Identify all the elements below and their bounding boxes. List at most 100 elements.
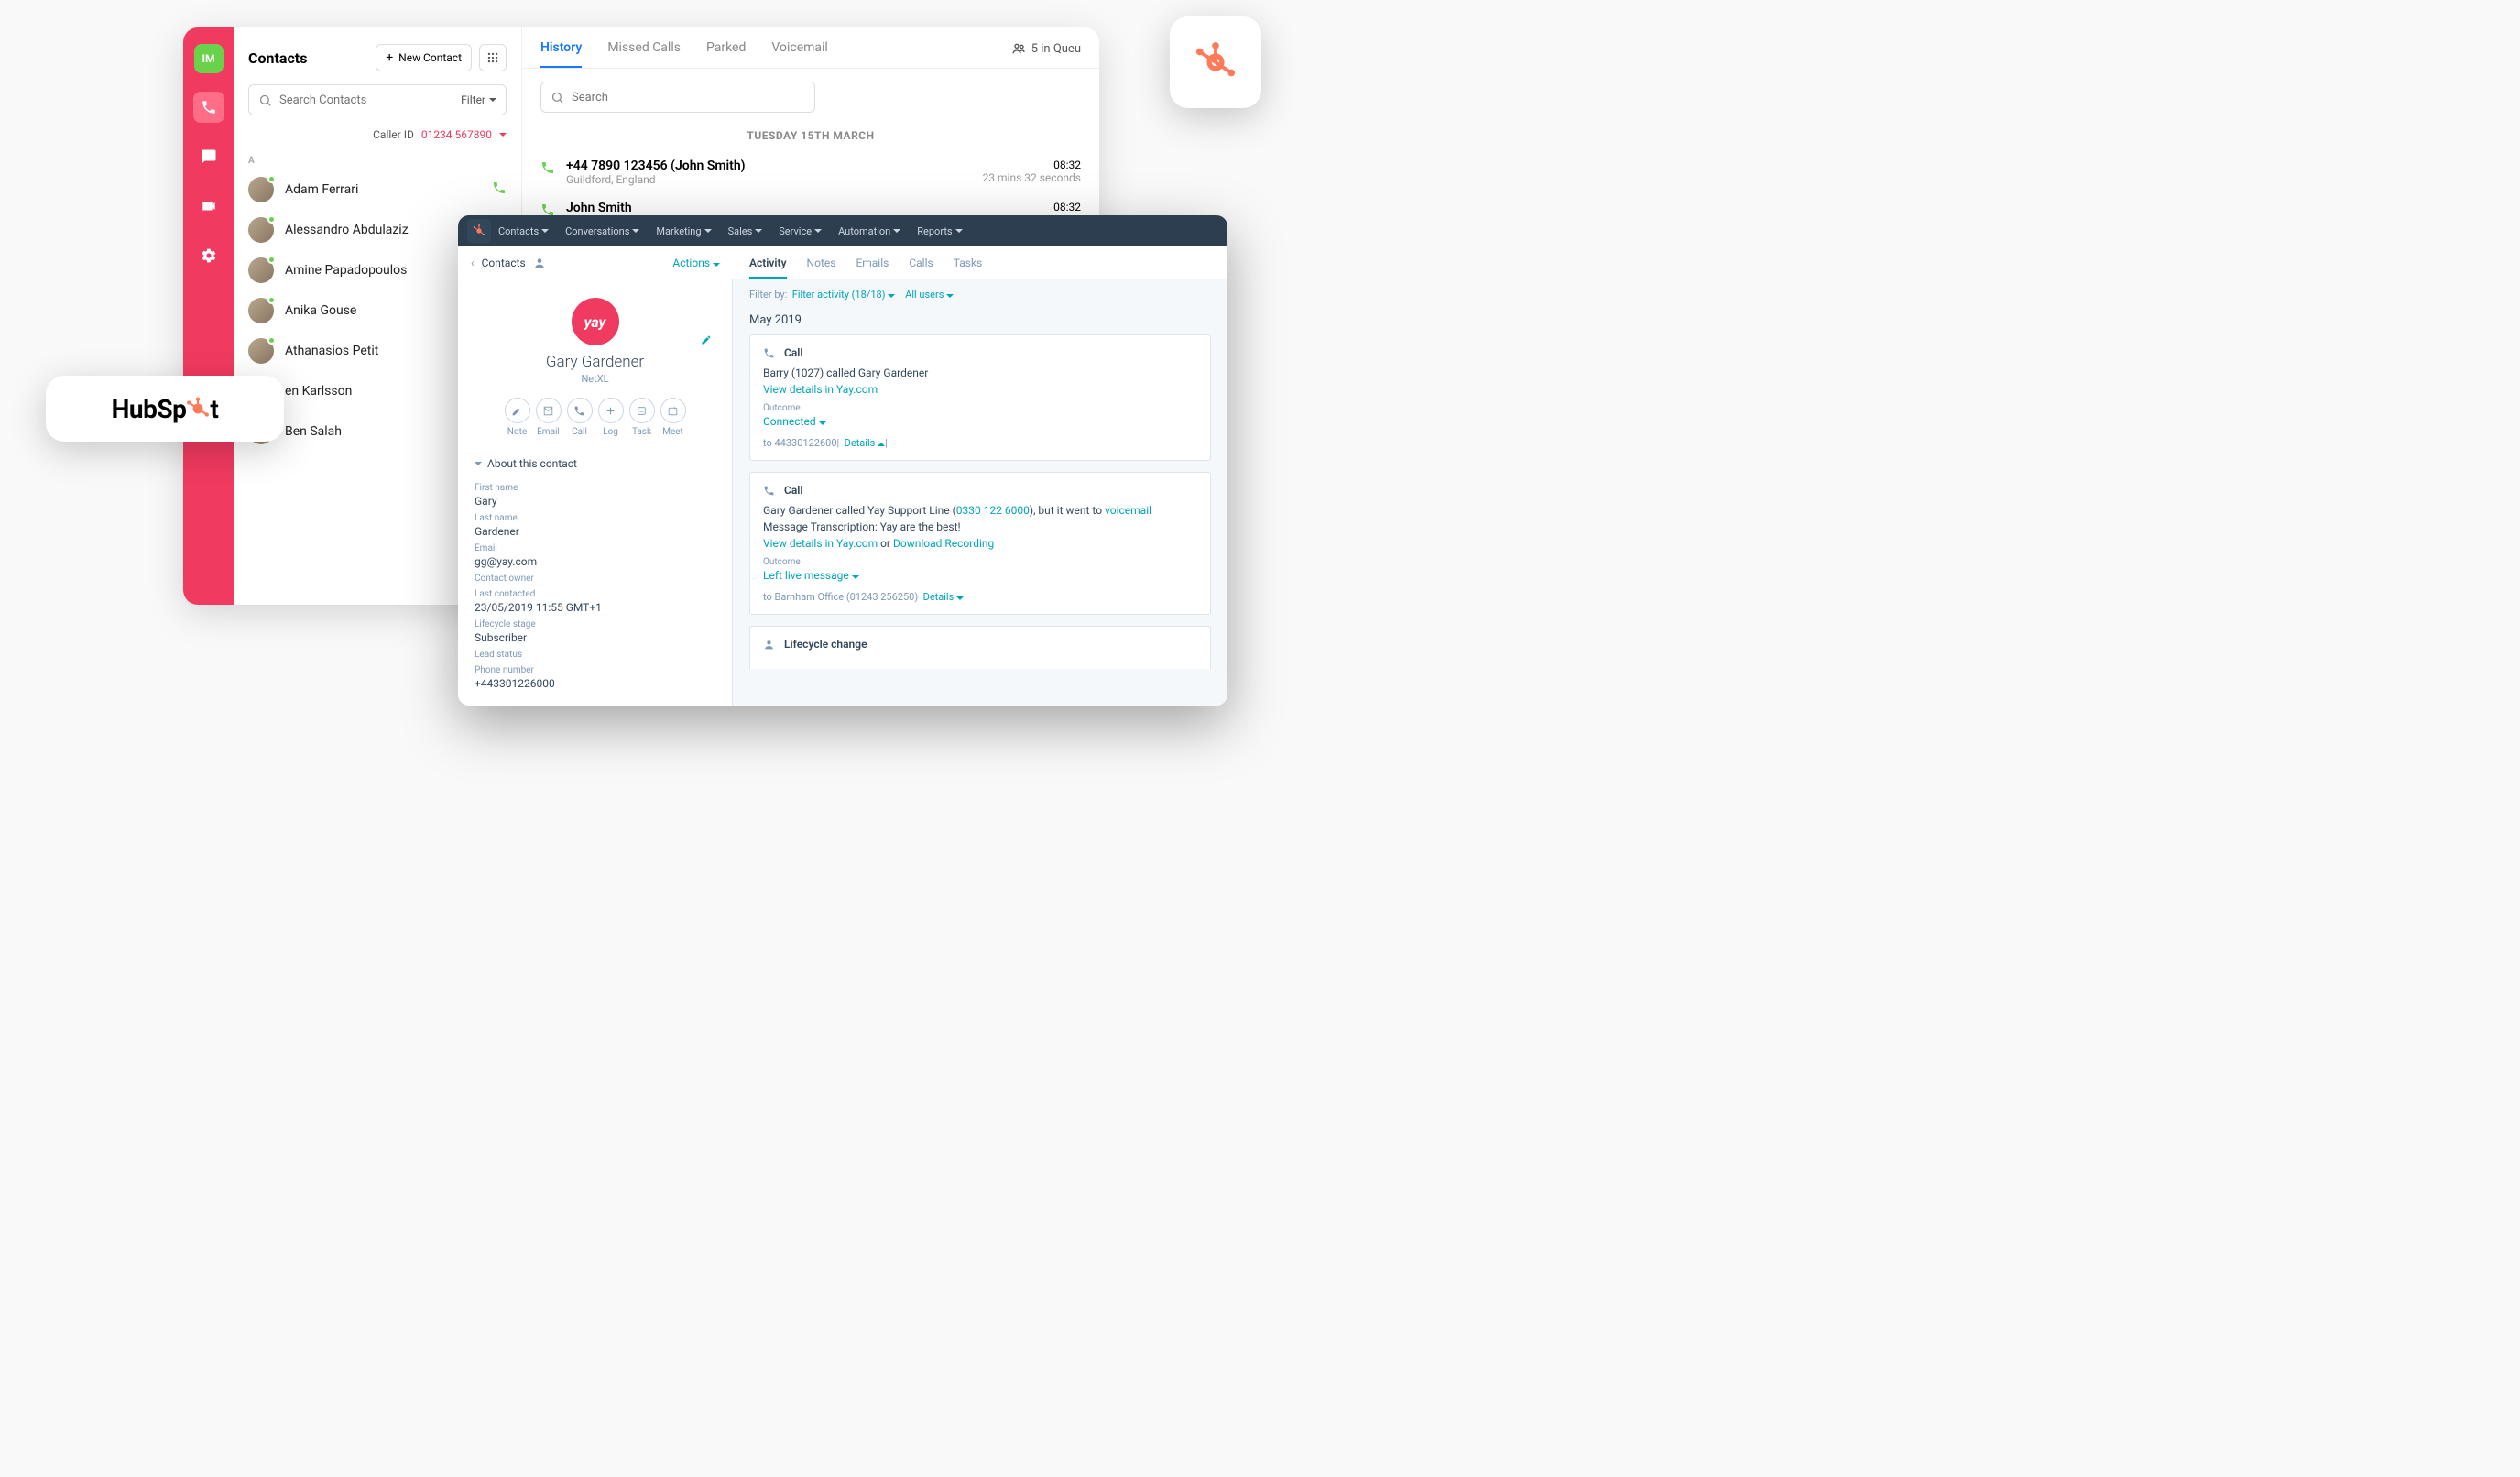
tab-emails[interactable]: Emails <box>856 257 889 279</box>
field-lifecycle-stage: Lifecycle stageSubscriber <box>475 619 715 644</box>
field-phone-number: Phone number+443301226000 <box>475 665 715 690</box>
meet-button[interactable] <box>660 398 686 423</box>
back-chevron-icon[interactable]: ‹ <box>471 257 475 269</box>
outcome-dropdown[interactable]: Left live message <box>763 569 1197 582</box>
chat-icon[interactable] <box>193 141 224 172</box>
call-label: Call <box>567 427 593 437</box>
call-row[interactable]: +44 7890 123456 (John Smith)Guildford, E… <box>522 151 1099 193</box>
task-label: Task <box>629 427 655 437</box>
field-first-name: First nameGary <box>475 483 715 508</box>
caller-id-row[interactable]: Caller ID 01234 567890 <box>234 125 521 152</box>
person-icon <box>533 257 546 269</box>
contact-org: NetXL <box>475 373 715 385</box>
section-letter: A <box>234 152 521 170</box>
tab-parked[interactable]: Parked <box>706 40 746 68</box>
field-contact-owner: Contact owner <box>475 574 715 584</box>
tab-notes[interactable]: Notes <box>807 257 836 279</box>
contact-name: Adam Ferrari <box>285 182 481 197</box>
tab-activity[interactable]: Activity <box>749 257 787 279</box>
nav-contacts[interactable]: Contacts <box>498 225 549 237</box>
tab-missed-calls[interactable]: Missed Calls <box>607 40 681 68</box>
phone-icon[interactable] <box>193 92 224 123</box>
back-contacts[interactable]: Contacts <box>482 257 526 269</box>
filter-activity-link[interactable]: Filter activity (18/18) <box>792 289 895 301</box>
contacts-title: Contacts <box>248 49 368 67</box>
search-icon <box>258 93 272 107</box>
nav-conversations[interactable]: Conversations <box>565 225 639 237</box>
call-icon[interactable] <box>492 181 507 199</box>
note-label: Note <box>505 427 530 437</box>
call-button[interactable] <box>567 398 593 423</box>
meet-label: Meet <box>660 427 686 437</box>
nav-reports[interactable]: Reports <box>917 225 962 237</box>
field-email: Emailgg@yay.com <box>475 543 715 568</box>
avatar <box>248 257 274 283</box>
details-link[interactable]: Details <box>845 437 885 449</box>
phone-icon <box>763 485 775 497</box>
users-icon <box>1011 41 1026 56</box>
log-button[interactable] <box>598 398 624 423</box>
tab-history[interactable]: History <box>540 40 582 68</box>
main-search-input[interactable] <box>572 91 805 104</box>
details-link[interactable]: Details <box>923 591 964 603</box>
filter-users-link[interactable]: All users <box>905 289 954 301</box>
nav-service[interactable]: Service <box>779 225 822 237</box>
contact-name: Gary Gardener <box>475 353 715 371</box>
main-tabs: History Missed Calls Parked Voicemail 5 in … <box>522 27 1099 69</box>
avatar <box>248 217 274 243</box>
activity-card-call-2: Call Gary Gardener called Yay Support Li… <box>749 472 1211 615</box>
search-contacts-input[interactable] <box>279 93 453 107</box>
activity-card-lifecycle: Lifecycle change <box>749 626 1211 669</box>
hubspot-topbar: Contacts Conversations Marketing Sales S… <box>458 215 1227 246</box>
field-last-name: Last nameGardener <box>475 513 715 538</box>
field-lead-status: Lead status <box>475 650 715 660</box>
download-recording-link[interactable]: Download Recording <box>893 537 994 550</box>
avatar <box>248 298 274 323</box>
task-button[interactable] <box>629 398 655 423</box>
sidebar: IM <box>183 27 234 605</box>
view-details-link[interactable]: View details in Yay.com <box>763 383 878 396</box>
view-details-link[interactable]: View details in Yay.com <box>763 537 878 550</box>
email-button[interactable] <box>536 398 562 423</box>
nav-marketing[interactable]: Marketing <box>656 225 711 237</box>
search-icon <box>551 91 564 104</box>
contact-row[interactable]: Adam Ferrari <box>234 170 521 210</box>
avatar <box>248 177 274 202</box>
queue-indicator[interactable]: 5 in Queu <box>1011 41 1081 67</box>
log-label: Log <box>598 427 624 437</box>
phone-icon <box>540 160 555 179</box>
search-contacts-box: Filter <box>248 84 507 115</box>
tab-tasks[interactable]: Tasks <box>954 257 983 279</box>
date-header: TUESDAY 15TH MARCH <box>522 120 1099 151</box>
hubspot-wordmark-card: HubSpt <box>46 376 284 442</box>
actions-dropdown[interactable]: Actions <box>672 257 720 269</box>
new-contact-button[interactable]: +New Contact <box>376 44 472 71</box>
phone-icon <box>763 347 775 359</box>
filter-dropdown[interactable]: Filter <box>461 93 496 106</box>
voicemail-link[interactable]: voicemail <box>1105 504 1151 517</box>
about-section-toggle[interactable]: About this contact <box>475 450 715 477</box>
user-badge[interactable]: IM <box>194 44 224 73</box>
settings-icon[interactable] <box>193 240 224 271</box>
edit-icon[interactable] <box>701 334 712 345</box>
nav-automation[interactable]: Automation <box>838 225 900 237</box>
timeline-month: May 2019 <box>733 310 1227 334</box>
activity-card-call-1: Call Barry (1027) called Gary Gardener V… <box>749 334 1211 461</box>
tab-voicemail[interactable]: Voicemail <box>771 40 827 68</box>
grid-icon[interactable] <box>479 44 507 71</box>
activity-pane: Filter by: Filter activity (18/18) All u… <box>733 279 1227 706</box>
person-icon <box>763 639 775 651</box>
hubspot-sprocket-card <box>1170 16 1261 108</box>
outcome-dropdown[interactable]: Connected <box>763 415 1197 428</box>
hubspot-logo-icon[interactable] <box>467 219 491 243</box>
contact-avatar: yay <box>572 298 619 345</box>
nav-sales[interactable]: Sales <box>728 225 763 237</box>
main-search-box <box>540 82 815 113</box>
video-icon[interactable] <box>193 191 224 222</box>
contact-sidebar: yay Gary Gardener NetXL NoteEmailCallLog… <box>458 279 733 706</box>
filter-bar: Filter by: Filter activity (18/18) All u… <box>733 279 1227 310</box>
avatar <box>248 338 274 364</box>
tab-calls[interactable]: Calls <box>909 257 933 279</box>
phone-link[interactable]: 0330 122 6000 <box>956 504 1030 517</box>
note-button[interactable] <box>505 398 530 423</box>
